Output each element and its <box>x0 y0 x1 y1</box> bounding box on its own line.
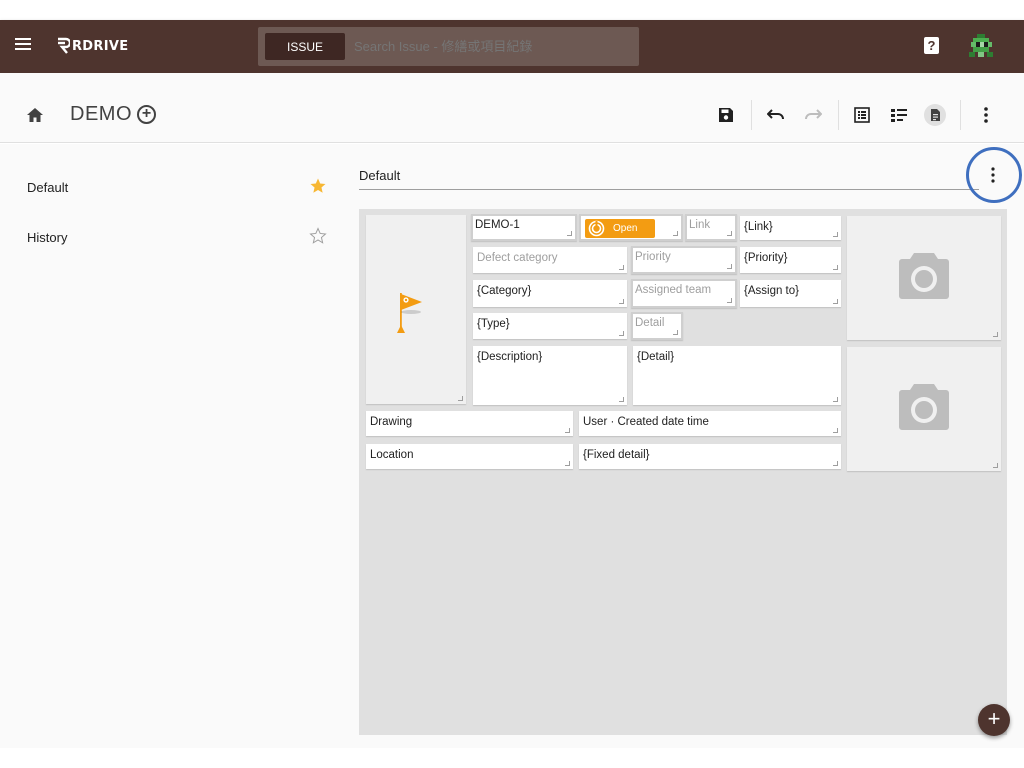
priority-label-field[interactable]: Priority <box>631 246 737 274</box>
link-value-field[interactable]: {Link} <box>740 216 841 240</box>
type-value-field[interactable]: {Type} <box>473 313 627 339</box>
layout-name-field[interactable]: Default <box>359 168 400 183</box>
sidebar-item-label: Default <box>27 180 69 195</box>
page-header: DEMO + <box>0 73 1024 143</box>
search-box[interactable]: ISSUE <box>258 27 639 66</box>
layout-editor: Default DEMO-1 Open Link {Link} Defect c… <box>345 144 1024 748</box>
fixed-detail-field[interactable]: {Fixed detail} <box>579 444 841 469</box>
logo-text: RDRIVE <box>72 38 129 54</box>
priority-value-field[interactable]: {Priority} <box>740 247 841 273</box>
category-value-field[interactable]: {Category} <box>473 280 627 307</box>
status-label: Open <box>613 223 638 234</box>
list-view-icon[interactable] <box>851 104 873 126</box>
assigned-team-label-field[interactable]: Assigned team <box>631 279 737 308</box>
toolbar-divider <box>751 100 752 130</box>
link-label-field[interactable]: Link <box>685 214 737 241</box>
undo-icon[interactable] <box>765 104 787 126</box>
drawing-field[interactable]: Drawing <box>366 411 573 436</box>
page-title: DEMO <box>70 103 132 125</box>
camera-icon <box>899 384 949 430</box>
toolbar-divider <box>838 100 839 130</box>
home-icon[interactable] <box>26 107 44 123</box>
issue-id-field[interactable]: DEMO-1 <box>471 214 577 241</box>
help-icon[interactable]: ? <box>924 37 939 54</box>
search-input[interactable] <box>354 27 634 66</box>
avatar[interactable] <box>968 33 994 59</box>
camera-icon <box>899 253 949 299</box>
redo-icon[interactable] <box>802 104 824 126</box>
status-icon <box>588 220 605 237</box>
assign-to-value-field[interactable]: {Assign to} <box>740 280 841 307</box>
menu-icon[interactable] <box>15 38 31 52</box>
detail-view-icon[interactable] <box>888 104 910 126</box>
add-circle-icon[interactable]: + <box>137 105 156 124</box>
toolbar-divider <box>960 100 961 130</box>
detail-label-field[interactable]: Detail <box>631 312 683 340</box>
add-fab-button[interactable]: + <box>978 704 1010 736</box>
layout-sidebar: Default History <box>0 144 345 748</box>
top-app-bar: RDRIVE ISSUE ? <box>0 20 1024 73</box>
star-filled-icon[interactable] <box>309 177 327 195</box>
field-underline <box>359 189 979 190</box>
more-vert-icon <box>991 167 995 183</box>
layout-canvas: DEMO-1 Open Link {Link} Defect category … <box>359 209 1007 735</box>
detail-value-field[interactable]: {Detail} <box>633 346 841 405</box>
sidebar-item-default[interactable]: Default <box>0 163 345 213</box>
save-icon[interactable] <box>715 104 737 126</box>
sidebar-item-history[interactable]: History <box>0 213 345 263</box>
layout-more-button[interactable] <box>966 147 1022 203</box>
logo-icon <box>58 37 70 54</box>
marker-image-cell[interactable] <box>366 215 466 404</box>
app-logo[interactable]: RDRIVE <box>56 36 128 56</box>
star-outline-icon[interactable] <box>309 227 327 245</box>
sidebar-item-label: History <box>27 230 68 245</box>
document-icon[interactable] <box>924 104 946 126</box>
more-vert-icon[interactable] <box>975 104 997 126</box>
search-scope-chip[interactable]: ISSUE <box>265 33 345 60</box>
photo-cell-2[interactable] <box>847 347 1001 471</box>
user-created-field[interactable]: User · Created date time <box>579 411 841 436</box>
status-field[interactable]: Open <box>579 214 683 241</box>
description-value-field[interactable]: {Description} <box>473 346 627 405</box>
flag-icon <box>397 293 422 333</box>
defect-category-field[interactable]: Defect category <box>473 247 627 273</box>
status-badge: Open <box>585 219 655 238</box>
photo-cell-1[interactable] <box>847 216 1001 340</box>
location-field[interactable]: Location <box>366 444 573 469</box>
